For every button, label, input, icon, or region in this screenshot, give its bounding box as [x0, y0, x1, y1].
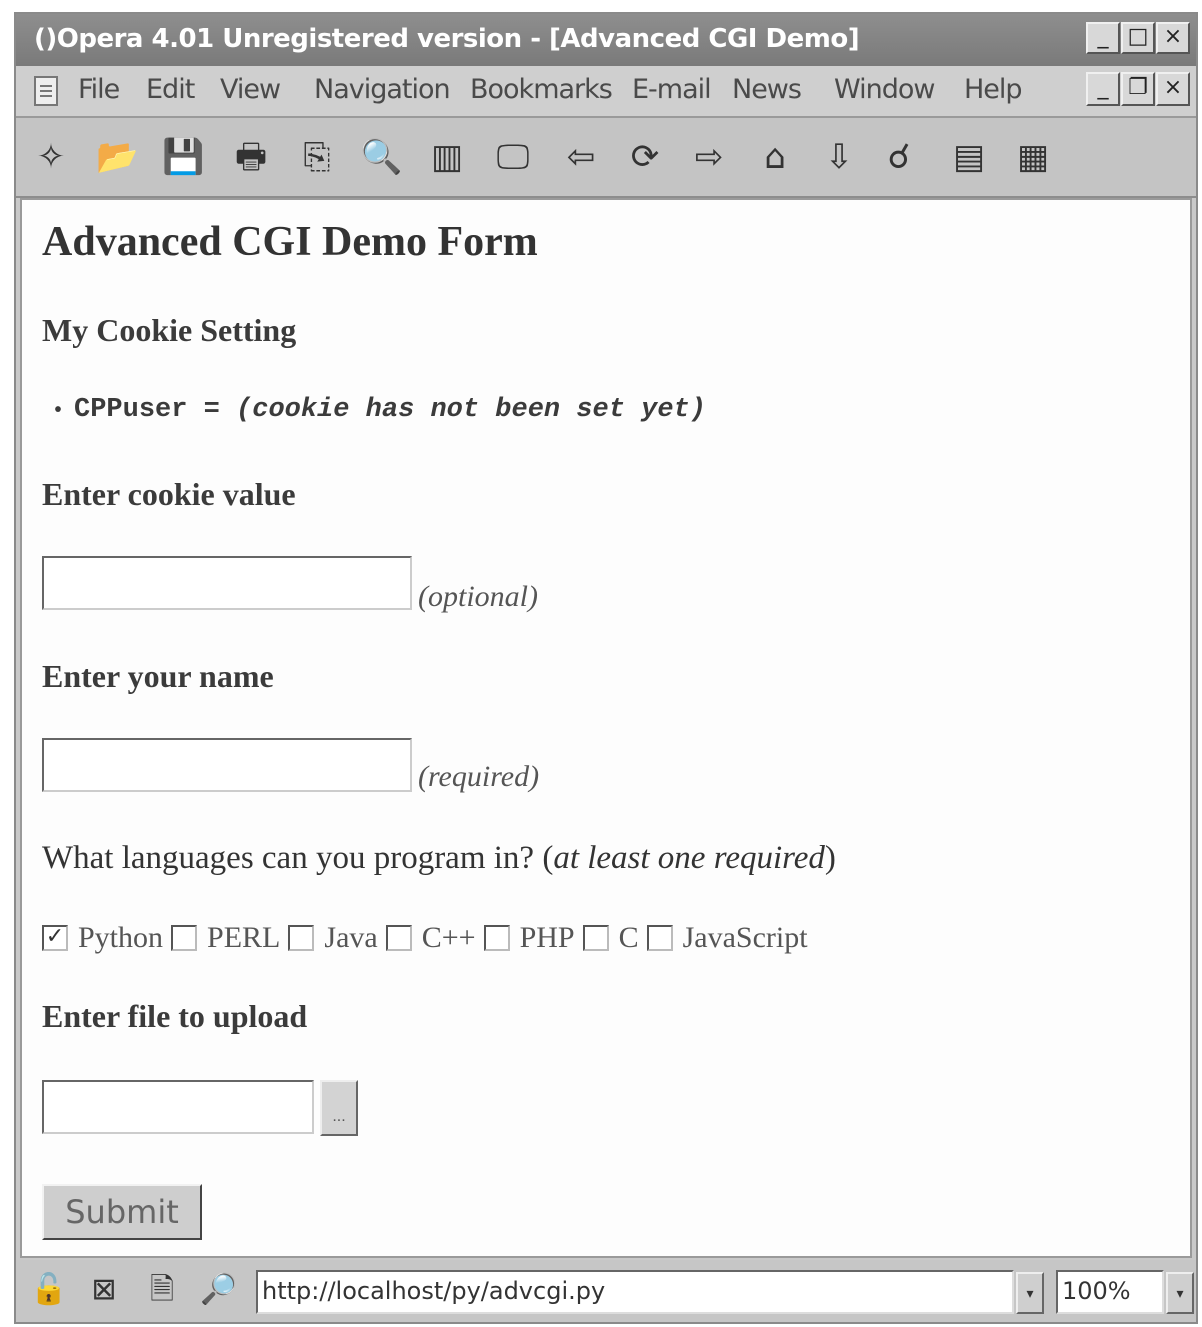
checkbox-cpp[interactable]: [385, 925, 412, 951]
languages-question-text: What languages can you program in? (: [42, 840, 554, 876]
back-icon[interactable]: ⇦: [560, 136, 602, 178]
find-icon[interactable]: 🔍: [360, 136, 402, 178]
new-page-icon[interactable]: ✧: [30, 136, 72, 178]
save-icon[interactable]: 💾: [162, 136, 204, 178]
menu-file[interactable]: File: [78, 74, 120, 105]
bullet: •: [52, 400, 65, 423]
menu-bar: File Edit View Navigation Bookmarks E-ma…: [16, 66, 1196, 118]
languages-checkbox-group: ✓ Python PERL Java C++ PHP C JavaScript: [42, 918, 816, 958]
document-icon[interactable]: [34, 76, 58, 106]
label-php: PHP: [519, 921, 575, 954]
languages-question: What languages can you program in? (at l…: [42, 840, 836, 877]
menu-edit[interactable]: Edit: [146, 74, 195, 105]
search-icon[interactable]: ☌: [878, 136, 920, 178]
required-hint: (required): [418, 760, 540, 793]
page-icon[interactable]: ▦: [1012, 136, 1054, 178]
zoom-field[interactable]: 100%: [1056, 1270, 1164, 1314]
find-page-icon[interactable]: 🔎: [200, 1272, 237, 1308]
checkbox-javascript[interactable]: [646, 925, 673, 951]
panels-icon[interactable]: ▤: [948, 136, 990, 178]
menu-help[interactable]: Help: [964, 74, 1023, 105]
cookie-section-heading: My Cookie Setting: [42, 312, 297, 348]
doc-restore-button[interactable]: ❐: [1121, 72, 1155, 106]
lock-icon[interactable]: 🔓: [30, 1272, 67, 1308]
checkbox-c[interactable]: [582, 925, 609, 951]
address-bar[interactable]: http://localhost/py/advcgi.py: [256, 1270, 1014, 1314]
label-perl: PERL: [207, 921, 281, 954]
home-icon[interactable]: ⌂: [754, 136, 796, 178]
submit-button[interactable]: Submit: [42, 1184, 202, 1240]
file-upload-input[interactable]: [42, 1080, 314, 1134]
stop-icon[interactable]: ⊠: [86, 1272, 122, 1308]
name-input[interactable]: [42, 738, 412, 792]
hotlist-icon[interactable]: ▥: [426, 136, 468, 178]
title-bar: ()Opera 4.01 Unregistered version - [Adv…: [16, 14, 1196, 66]
checkbox-php[interactable]: [483, 925, 510, 951]
page-content: Advanced CGI Demo Form My Cookie Setting…: [20, 198, 1192, 1258]
print-icon[interactable]: 🖶: [230, 136, 272, 178]
languages-question-close: ): [824, 840, 836, 876]
cookie-value: (cookie has not been set yet): [236, 395, 706, 425]
label-java: Java: [324, 921, 378, 954]
name-heading: Enter your name: [42, 658, 274, 694]
checkbox-perl[interactable]: [171, 925, 198, 951]
menu-navigation[interactable]: Navigation: [314, 74, 451, 105]
open-icon[interactable]: 📂: [96, 136, 138, 178]
toolbar: ✧ 📂 💾 🖶 ⎘ 🔍 ▥ 🖵 ⇦ ⟳ ⇨ ⌂ ⇩ ☌ ▤ ▦: [16, 118, 1196, 198]
cookie-input-heading: Enter cookie value: [42, 476, 296, 512]
zoom-dropdown-icon[interactable]: ▾: [1166, 1272, 1194, 1314]
menu-bookmarks[interactable]: Bookmarks: [470, 74, 613, 105]
label-c: C: [618, 921, 639, 954]
address-dropdown-icon[interactable]: ▾: [1016, 1272, 1044, 1314]
doc-close-button[interactable]: ×: [1156, 72, 1190, 106]
checkbox-java[interactable]: [288, 925, 315, 951]
minimize-button[interactable]: _: [1086, 22, 1120, 54]
menu-window[interactable]: Window: [834, 74, 935, 105]
view-icon[interactable]: 🖵: [492, 136, 534, 178]
cookie-name: CPPuser =: [74, 395, 237, 425]
label-javascript: JavaScript: [682, 921, 808, 954]
page-info-icon[interactable]: 🗎: [144, 1272, 180, 1308]
checkbox-python[interactable]: ✓: [42, 925, 68, 951]
browser-window: ()Opera 4.01 Unregistered version - [Adv…: [14, 12, 1198, 1324]
reload-icon[interactable]: ⟳: [624, 136, 666, 178]
menu-view[interactable]: View: [220, 74, 281, 105]
languages-required-hint: at least one required: [553, 840, 825, 876]
copy-icon[interactable]: ⎘: [296, 136, 338, 178]
page-title: Advanced CGI Demo Form: [42, 219, 538, 265]
close-button[interactable]: ×: [1156, 22, 1190, 54]
label-python: Python: [78, 921, 164, 954]
maximize-button[interactable]: □: [1121, 22, 1155, 54]
optional-hint: (optional): [418, 580, 538, 613]
menu-email[interactable]: E-mail: [632, 74, 712, 105]
upload-heading: Enter file to upload: [42, 998, 308, 1034]
doc-minimize-button[interactable]: _: [1086, 72, 1120, 106]
browse-button[interactable]: ...: [320, 1080, 358, 1136]
cookie-value-input[interactable]: [42, 556, 412, 610]
forward-icon[interactable]: ⇨: [688, 136, 730, 178]
label-cpp: C++: [421, 921, 476, 954]
status-bar: 🔓 ⊠ 🗎 🔎 http://localhost/py/advcgi.py ▾ …: [16, 1260, 1196, 1322]
window-title: ()Opera 4.01 Unregistered version - [Adv…: [34, 24, 860, 54]
cookie-list-item: • CPPuser = (cookie has not been set yet): [52, 395, 706, 425]
download-icon[interactable]: ⇩: [818, 136, 860, 178]
menu-news[interactable]: News: [732, 74, 802, 105]
